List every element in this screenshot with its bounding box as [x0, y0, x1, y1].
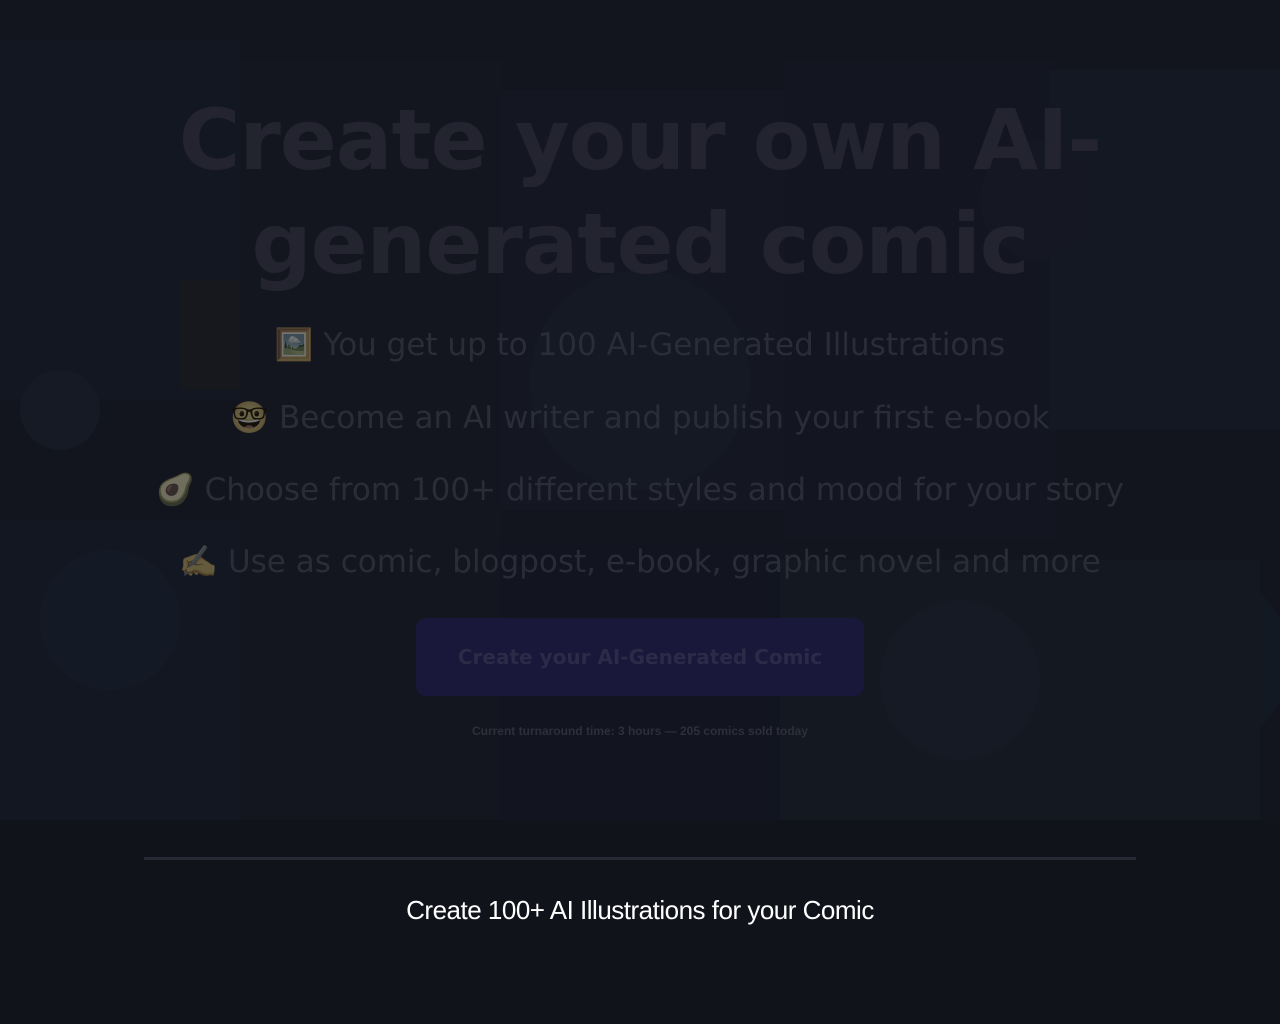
feature-styles: 🥑 Choose from 100+ different styles and m…: [0, 470, 1280, 510]
section-divider: [144, 857, 1136, 860]
feature-ai-writer: 🤓 Become an AI writer and publish your fi…: [0, 398, 1280, 438]
writing-hand-icon: ✍️: [179, 544, 218, 580]
feature-text: Choose from 100+ different styles and mo…: [204, 472, 1124, 508]
nerd-face-icon: 🤓: [230, 400, 269, 436]
hero-content: Create your own AI-generated comic 🖼️ You…: [0, 0, 1280, 820]
feature-illustrations: 🖼️ You get up to 100 AI-Generated Illustr…: [0, 325, 1280, 365]
create-comic-button[interactable]: Create your AI-Generated Comic: [416, 618, 864, 696]
feature-text: Use as comic, blogpost, e-book, graphic …: [227, 544, 1101, 580]
avocado-icon: 🥑: [156, 472, 195, 508]
framed-picture-icon: 🖼️: [274, 327, 314, 363]
turnaround-status: Current turnaround time: 3 hours — 205 c…: [471, 724, 809, 738]
section-title: Create 100+ AI Illustrations for your Co…: [406, 895, 874, 925]
hero-section: Create your own AI-generated comic 🖼️ You…: [0, 0, 1280, 820]
feature-text: Become an AI writer and publish your fir…: [279, 400, 1050, 436]
hero-title: Create your own AI-generated comic: [178, 91, 1103, 293]
feature-usage: ✍️ Use as comic, blogpost, e-book, graphi…: [0, 542, 1280, 582]
feature-text: You get up to 100 AI-Generated Illustrat…: [323, 327, 1006, 363]
